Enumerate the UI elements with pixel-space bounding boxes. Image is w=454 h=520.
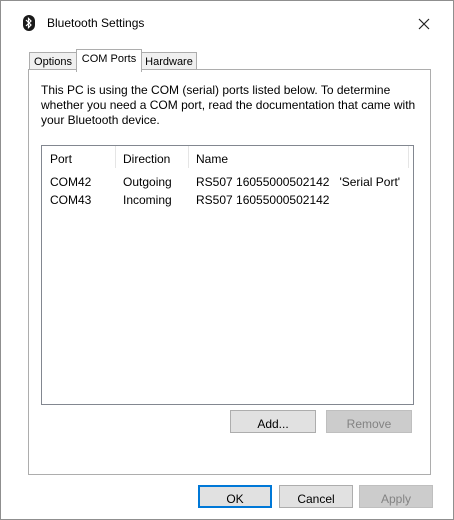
list-header: Port Direction Name [42,146,413,170]
tab-com-ports[interactable]: COM Ports [76,49,142,72]
column-header-port[interactable]: Port [50,152,72,166]
table-row[interactable]: COM43 Incoming RS507 16055000502142 [42,191,413,209]
close-icon[interactable] [415,15,433,33]
bluetooth-settings-window: Bluetooth Settings Options COM Ports Har… [0,0,454,520]
add-button[interactable]: Add... [230,410,316,433]
com-ports-panel: This PC is using the COM (serial) ports … [28,69,431,475]
description-text: This PC is using the COM (serial) ports … [41,83,416,127]
bluetooth-icon [23,15,35,31]
column-separator[interactable] [188,146,189,168]
name-cell: RS507 16055000502142 [196,193,330,207]
port-cell: COM43 [50,193,92,207]
apply-button[interactable]: Apply [359,485,433,508]
direction-cell: Incoming [123,193,172,207]
name-cell: RS507 16055000502142 'Serial Port' [196,175,401,189]
table-row[interactable]: COM42 Outgoing RS507 16055000502142 'Ser… [42,173,413,191]
title-bar: Bluetooth Settings [1,1,453,35]
window-title: Bluetooth Settings [47,16,145,30]
com-ports-list[interactable]: Port Direction Name COM42 Outgoing RS507… [41,145,414,405]
column-separator[interactable] [408,146,409,168]
remove-button[interactable]: Remove [326,410,412,433]
column-header-direction[interactable]: Direction [123,152,170,166]
ok-button[interactable]: OK [198,485,272,508]
column-header-name[interactable]: Name [196,152,228,166]
port-cell: COM42 [50,175,92,189]
cancel-button[interactable]: Cancel [279,485,353,508]
column-separator[interactable] [115,146,116,168]
direction-cell: Outgoing [123,175,172,189]
